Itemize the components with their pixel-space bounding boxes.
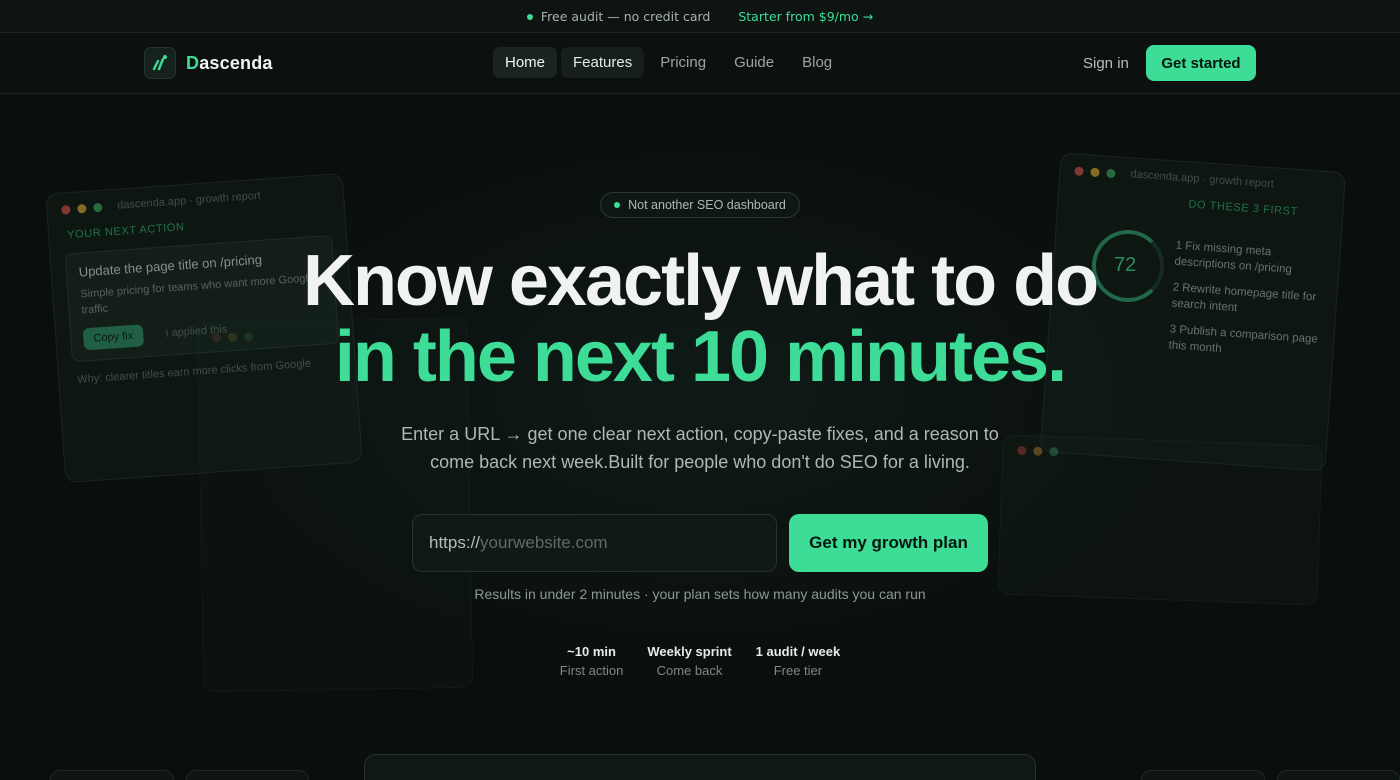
stat-label: First action [559,663,624,678]
get-growth-plan-button[interactable]: Get my growth plan [789,514,988,572]
stat-value: 1 audit / week [755,644,841,659]
status-dot-icon [614,202,621,208]
brand-name: Dascenda [186,52,273,73]
nav-guide[interactable]: Guide [722,47,786,78]
hero-note: Results in under 2 minutes · your plan s… [474,586,926,602]
stat-value: ~10 min [567,644,616,659]
nav-links: Home Features Pricing Guide Blog [493,47,844,78]
url-placeholder: yourwebsite.com [480,533,608,552]
nav-features[interactable]: Features [561,47,645,78]
nav-home[interactable]: Home [493,47,558,78]
stat-first-action: ~10 min First action [560,644,624,678]
announcement-bar: Free audit — no credit card Starter from… [0,0,1400,33]
brand-home-link[interactable]: Dascenda [144,47,273,79]
hero-title-line-2: in the next 10 minutes. [334,317,1067,397]
stat-come-back: Weekly sprint Come back [647,644,731,678]
url-prefix: https:// [429,533,481,552]
website-url-input[interactable]: https:// yourwebsite.com [412,514,777,572]
stat-label: Free tier [773,663,823,678]
bottom-card-preview [364,754,1036,780]
sign-in-link[interactable]: Sign in [1083,55,1129,72]
announcement-text: Free audit — no credit card [526,9,710,24]
top-navigation: Dascenda Home Features Pricing Guide Blo… [0,33,1400,94]
starter-pricing-link[interactable]: Starter from $9/mo → [738,9,873,24]
get-started-button[interactable]: Get started [1146,45,1256,81]
hero-subtitle: Enter a URL → get one clear next action,… [401,424,999,472]
stat-label: Come back [656,663,723,678]
nav-blog[interactable]: Blog [790,47,844,78]
nav-pricing[interactable]: Pricing [648,47,718,78]
stat-free-tier: 1 audit / week Free tier [756,644,841,678]
hero-badge: Not another SEO dashboard [600,192,800,218]
preview-card-issues [997,434,1323,606]
logo-icon [144,47,176,79]
status-dot-icon [526,14,533,20]
stat-value: Weekly sprint [647,644,732,659]
hero-title-line-1: Know exactly what to do [302,241,1099,321]
hero-stats: ~10 min First action Weekly sprint Come … [0,644,1400,678]
